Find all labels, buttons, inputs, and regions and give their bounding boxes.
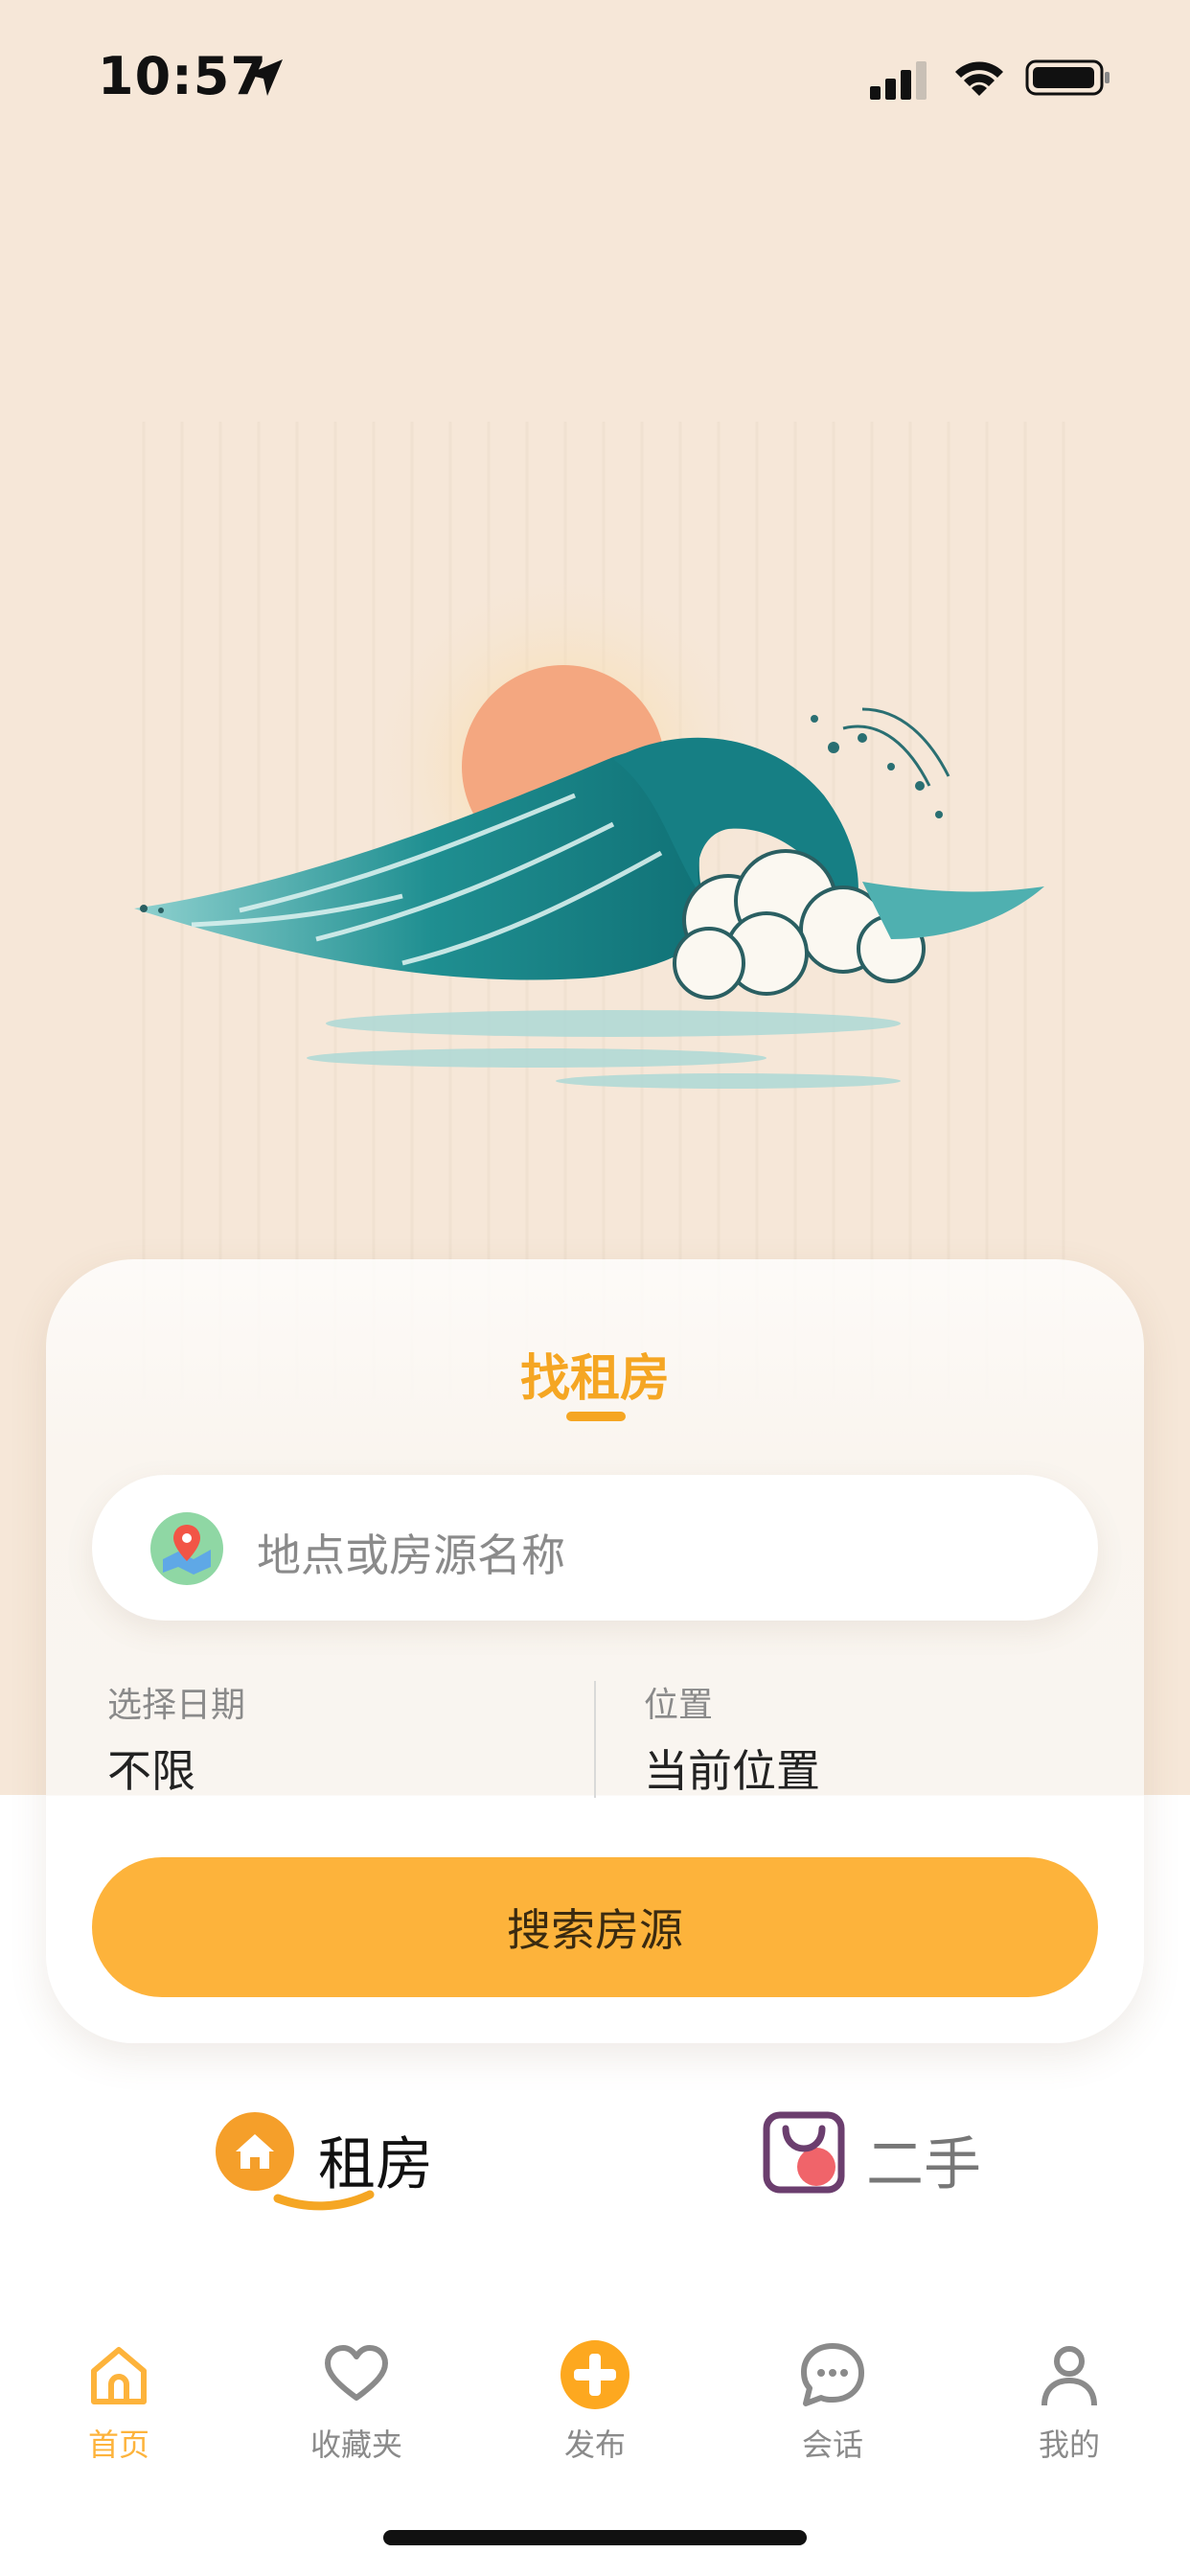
tab-secondhand-label: 二手 [866, 2131, 981, 2198]
search-placeholder: 地点或房源名称 [257, 1530, 565, 1581]
tab-secondhand[interactable]: 二手 [763, 2108, 1012, 2214]
nav-favorites-label: 收藏夹 [309, 2426, 402, 2463]
heart-icon [325, 2345, 388, 2401]
search-input[interactable]: 地点或房源名称 [92, 1475, 1098, 1621]
signal-icon [870, 61, 927, 100]
user-icon [1041, 2346, 1097, 2406]
title-underline [566, 1412, 626, 1421]
location-picker[interactable]: 当前位置 [644, 1736, 820, 1800]
house-circle-icon [216, 2112, 294, 2191]
nav-home-label: 首页 [87, 2426, 149, 2463]
nav-profile-label: 我的 [1038, 2426, 1100, 2463]
tab-rent[interactable]: 租房 [215, 2108, 464, 2214]
location-arrow-icon [246, 59, 283, 96]
date-picker[interactable]: 不限 [107, 1736, 195, 1800]
map-pin-icon [150, 1512, 223, 1585]
plus-circle-icon [561, 2340, 629, 2409]
card-title: 找租房 [519, 1350, 670, 1408]
nav-chat[interactable]: 会话 [756, 2319, 909, 2463]
battery-icon [1025, 59, 1110, 96]
nav-home[interactable]: 首页 [42, 2319, 195, 2463]
tab-active-underline [273, 2190, 375, 2211]
chat-bubble-icon [801, 2343, 864, 2406]
home-icon [91, 2347, 147, 2404]
status-bar: 10:57 [0, 0, 1190, 153]
wifi-icon [955, 61, 1003, 96]
date-label: 选择日期 [107, 1686, 246, 1725]
nav-publish-label: 发布 [563, 2426, 626, 2463]
nav-chat-label: 会话 [801, 2426, 863, 2463]
bottom-nav: 首页 收藏夹 发布 会话 我的 [0, 2319, 1190, 2472]
nav-favorites[interactable]: 收藏夹 [280, 2319, 433, 2463]
search-button[interactable]: 搜索房源 [92, 1857, 1098, 1997]
search-card: 找租房 地点或房源名称 选择日期 不限 位置 当前位置 搜索房源 [46, 1259, 1144, 2043]
nav-publish[interactable]: 发布 [518, 2319, 672, 2463]
home-indicator [383, 2530, 807, 2545]
field-divider [594, 1681, 596, 1798]
shopping-bag-icon [763, 2111, 845, 2194]
location-label: 位置 [644, 1686, 714, 1725]
nav-profile[interactable]: 我的 [993, 2319, 1146, 2463]
